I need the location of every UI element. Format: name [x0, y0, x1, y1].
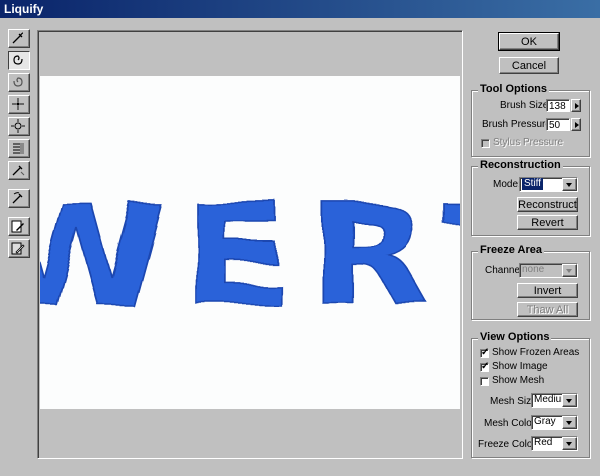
tool-options-title: Tool Options [478, 83, 550, 95]
brush-size-input[interactable]: 138 [546, 99, 570, 112]
freeze-color-value: Red [534, 437, 553, 448]
invert-button[interactable]: Invert [517, 283, 578, 298]
mesh-color-select[interactable]: Gray [531, 415, 578, 430]
cancel-button[interactable]: Cancel [499, 57, 559, 74]
mode-select[interactable]: Stiff [519, 177, 578, 192]
chevron-down-icon[interactable] [562, 416, 577, 429]
bloat-tool-button[interactable] [8, 117, 30, 136]
shift-pixels-tool-button[interactable] [8, 139, 30, 158]
revert-button[interactable]: Revert [517, 215, 578, 230]
window-title: Liquify [4, 2, 44, 16]
chevron-down-icon[interactable] [562, 437, 577, 450]
brush-pressure-input[interactable]: 50 [546, 118, 570, 131]
reconstruction-title: Reconstruction [478, 159, 563, 171]
freeze-color-label: Freeze Color: [478, 439, 539, 450]
reconstruct-tool-icon [12, 192, 23, 204]
thaw-all-button[interactable]: Thaw All [517, 302, 578, 317]
show-mesh-checkbox[interactable] [480, 377, 489, 386]
liquified-text-image: WERT [40, 176, 460, 338]
stylus-pressure-label: Stylus Pressure [493, 137, 564, 148]
twirl-counterclockwise-tool-icon [13, 77, 23, 87]
channel-value: none [522, 264, 545, 275]
channel-select[interactable]: none [519, 263, 578, 278]
pucker-tool-icon [12, 98, 24, 110]
shift-pixels-tool-icon [13, 143, 24, 154]
stylus-pressure-checkbox[interactable] [481, 139, 490, 148]
reflection-tool-icon [12, 165, 25, 176]
thaw-tool-button[interactable] [8, 239, 30, 258]
chevron-down-icon[interactable] [562, 394, 577, 407]
mesh-size-select[interactable]: Medium [531, 393, 578, 408]
image-canvas[interactable]: WERT [40, 76, 460, 409]
brush-pressure-slider-button[interactable] [571, 118, 581, 131]
view-options-group: View Options Show Frozen Areas Show Imag… [471, 331, 590, 458]
freeze-tool-icon [11, 220, 24, 233]
brush-pressure-label: Brush Pressure: [482, 119, 554, 130]
view-options-title: View Options [478, 331, 552, 343]
bloat-tool-icon [11, 119, 25, 133]
pucker-tool-button[interactable] [8, 95, 30, 114]
twirl-clockwise-tool-icon [13, 55, 23, 65]
tool-palette [6, 29, 32, 261]
mode-label: Mode: [493, 179, 521, 190]
show-mesh-label: Show Mesh [492, 375, 545, 386]
freeze-area-title: Freeze Area [478, 244, 544, 256]
warp-tool-button[interactable] [8, 29, 30, 48]
freeze-tool-button[interactable] [8, 217, 30, 236]
chevron-down-icon[interactable] [562, 178, 577, 191]
freeze-area-group: Freeze Area Channel: none Invert Thaw Al… [471, 244, 590, 320]
thaw-tool-icon [11, 242, 25, 255]
twirl-counterclockwise-tool-button[interactable] [8, 73, 30, 92]
reconstruct-button[interactable]: Reconstruct [517, 197, 578, 212]
preview-area[interactable]: WERT [37, 30, 463, 459]
tool-options-group: Tool Options Brush Size: 138 Brush Press… [471, 83, 590, 157]
brush-size-label: Brush Size: [500, 100, 552, 111]
freeze-color-select[interactable]: Red [531, 436, 578, 451]
show-frozen-areas-checkbox[interactable] [480, 347, 489, 359]
mesh-color-value: Gray [534, 416, 556, 427]
show-image-checkbox[interactable] [480, 361, 489, 373]
ok-button[interactable]: OK [498, 32, 560, 51]
brush-size-slider-button[interactable] [571, 99, 581, 112]
show-image-label: Show Image [492, 361, 548, 372]
show-frozen-areas-label: Show Frozen Areas [492, 347, 580, 358]
chevron-down-icon[interactable] [562, 264, 577, 277]
reconstruct-tool-button[interactable] [8, 189, 30, 208]
mesh-color-label: Mesh Color: [484, 418, 538, 429]
distorted-text: WERT [40, 177, 460, 338]
twirl-clockwise-tool-button[interactable] [8, 51, 30, 70]
mode-value: Stiff [522, 178, 544, 190]
title-bar[interactable]: Liquify [0, 0, 600, 18]
reflection-tool-button[interactable] [8, 161, 30, 180]
reconstruction-group: Reconstruction Mode: Stiff Reconstruct R… [471, 159, 590, 236]
warp-tool-icon [12, 32, 24, 44]
